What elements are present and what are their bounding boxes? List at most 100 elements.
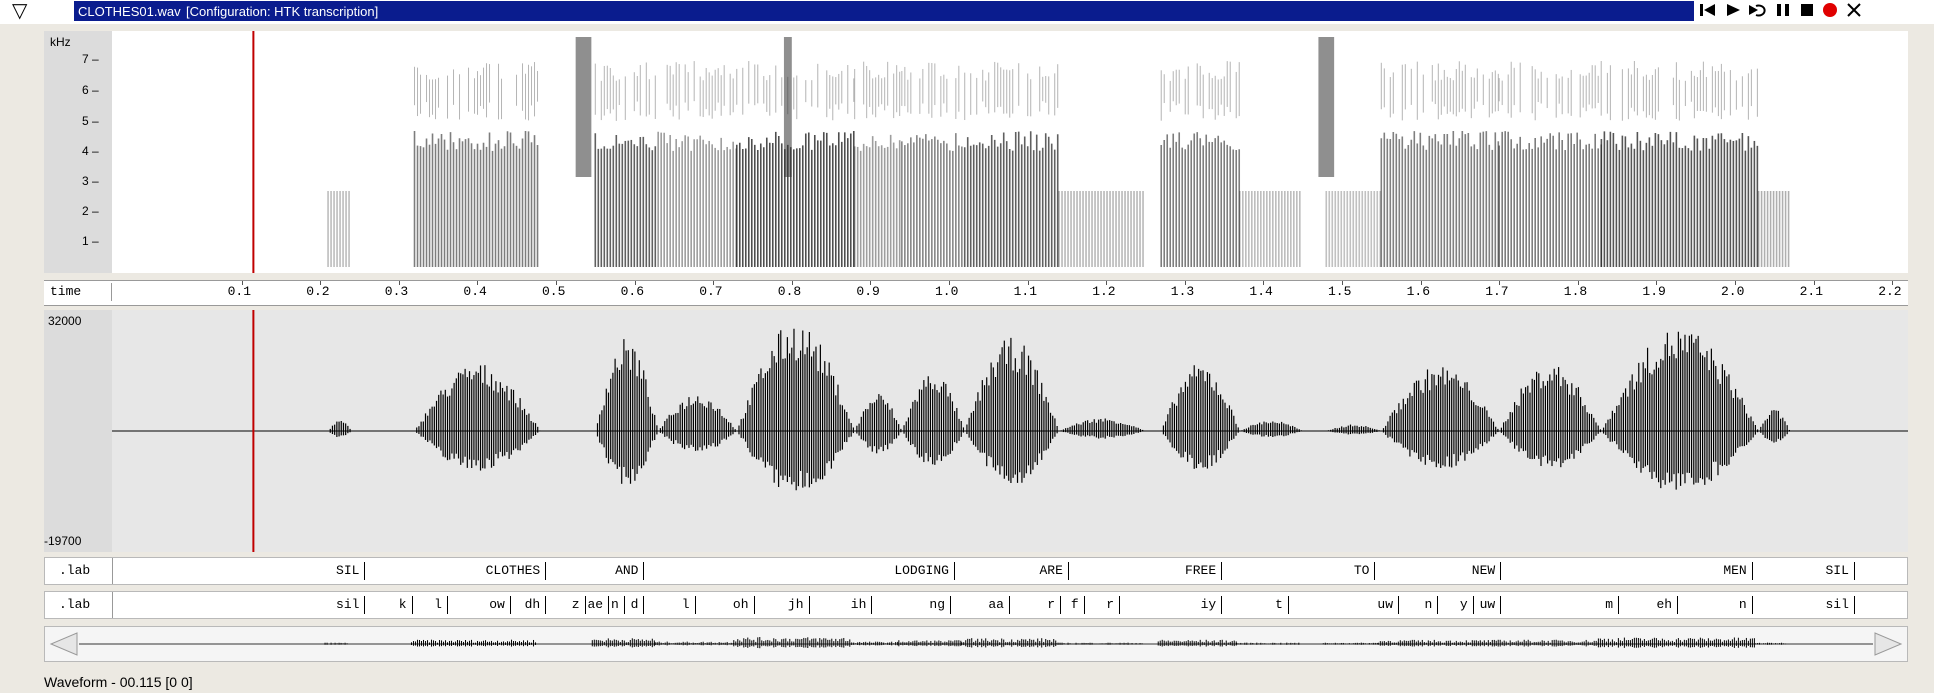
phone-boundary[interactable] xyxy=(1500,596,1502,614)
word-boundary[interactable] xyxy=(1751,562,1753,580)
word-boundary[interactable] xyxy=(1067,562,1069,580)
word-boundary[interactable] xyxy=(953,562,955,580)
phone-label-tier[interactable]: .lab sil k l ow dh z ae n d l oh jh ih ng aa r f r iy t uw n y… xyxy=(44,591,1908,619)
phone-boundary[interactable] xyxy=(694,596,696,614)
word-boundary[interactable] xyxy=(1374,562,1376,580)
play-icon[interactable] xyxy=(1722,0,1744,22)
phone-label[interactable]: l xyxy=(682,597,690,612)
time-tick-label: 0.3 xyxy=(384,284,409,299)
spectrogram-view[interactable] xyxy=(112,31,1908,273)
phone-label[interactable]: iy xyxy=(1201,597,1217,612)
phone-boundary[interactable] xyxy=(411,596,413,614)
phone-boundary[interactable] xyxy=(871,596,873,614)
phone-boundary[interactable] xyxy=(545,596,547,614)
phone-boundary[interactable] xyxy=(1221,596,1223,614)
waveform-view[interactable] xyxy=(112,310,1908,552)
phone-label[interactable]: jh xyxy=(788,597,804,612)
word-label-tier[interactable]: .lab SIL CLOTHES AND LODGING ARE FREE TO NEW MEN… xyxy=(44,557,1908,585)
phone-label[interactable]: sil xyxy=(1826,597,1849,612)
phone-label[interactable]: oh xyxy=(733,597,749,612)
phone-boundary[interactable] xyxy=(608,596,610,614)
frequency-tick-label: 2 – xyxy=(82,204,99,218)
word-label[interactable]: CLOTHES xyxy=(486,563,541,578)
scroll-right-arrow-icon[interactable] xyxy=(1873,631,1903,662)
phone-label[interactable]: t xyxy=(1275,597,1283,612)
play-loop-icon[interactable] xyxy=(1746,0,1768,22)
close-icon[interactable] xyxy=(1843,0,1865,22)
phone-label[interactable]: d xyxy=(631,597,639,612)
phone-label[interactable]: z xyxy=(572,597,580,612)
word-label[interactable]: TO xyxy=(1354,563,1370,578)
phone-label[interactable]: m xyxy=(1605,597,1613,612)
scroll-left-arrow-icon[interactable] xyxy=(49,631,79,662)
word-label[interactable]: SIL xyxy=(336,563,359,578)
phone-boundary[interactable] xyxy=(1118,596,1120,614)
phone-tier-label: .lab xyxy=(59,597,91,612)
phone-boundary[interactable] xyxy=(1853,596,1855,614)
pause-icon[interactable] xyxy=(1772,0,1794,22)
phone-label[interactable]: n xyxy=(1425,597,1433,612)
word-label[interactable]: AND xyxy=(615,563,638,578)
phone-boundary[interactable] xyxy=(753,596,755,614)
phone-label[interactable]: dh xyxy=(525,597,541,612)
phone-boundary[interactable] xyxy=(1287,596,1289,614)
word-label[interactable]: FREE xyxy=(1185,563,1216,578)
word-boundary[interactable] xyxy=(643,562,645,580)
overview-waveform xyxy=(79,637,1873,649)
word-label[interactable]: MEN xyxy=(1723,563,1746,578)
phone-label[interactable]: uw xyxy=(1377,597,1393,612)
word-boundary[interactable] xyxy=(1221,562,1223,580)
waveform-min-label: -19700 xyxy=(44,534,82,548)
phone-label[interactable]: aa xyxy=(988,597,1004,612)
phone-label[interactable]: n xyxy=(611,597,619,612)
phone-boundary[interactable] xyxy=(1677,596,1679,614)
phone-label[interactable]: l xyxy=(434,597,442,612)
phone-label[interactable]: f xyxy=(1071,597,1079,612)
word-label[interactable]: SIL xyxy=(1826,563,1849,578)
phone-boundary[interactable] xyxy=(1083,596,1085,614)
phone-boundary[interactable] xyxy=(1060,596,1062,614)
phone-label[interactable]: n xyxy=(1739,597,1747,612)
phone-boundary[interactable] xyxy=(808,596,810,614)
phone-label[interactable]: ih xyxy=(851,597,867,612)
phone-boundary[interactable] xyxy=(509,596,511,614)
word-boundary[interactable] xyxy=(1853,562,1855,580)
phone-boundary[interactable] xyxy=(584,596,586,614)
phone-boundary[interactable] xyxy=(950,596,951,614)
word-boundary[interactable] xyxy=(1500,562,1502,580)
phone-label[interactable]: ng xyxy=(929,597,945,612)
phone-boundary[interactable] xyxy=(643,596,645,614)
word-label[interactable]: LODGING xyxy=(894,563,949,578)
record-icon[interactable] xyxy=(1819,0,1841,22)
frequency-tick-label: 3 – xyxy=(82,174,99,188)
time-tick-label: 2.2 xyxy=(1878,284,1902,299)
window-filename: CLOTHES01.wav xyxy=(78,4,181,19)
phone-boundary[interactable] xyxy=(1472,596,1474,614)
skip-back-icon[interactable] xyxy=(1697,0,1719,22)
phone-label[interactable]: r xyxy=(1047,597,1055,612)
phone-label[interactable]: eh xyxy=(1656,597,1672,612)
phone-label[interactable]: r xyxy=(1106,597,1114,612)
phone-boundary[interactable] xyxy=(1437,596,1439,614)
word-label[interactable]: ARE xyxy=(1040,563,1063,578)
phone-label[interactable]: k xyxy=(399,597,407,612)
phone-boundary[interactable] xyxy=(623,596,625,614)
phone-boundary[interactable] xyxy=(1398,596,1400,614)
frequency-tick-label: 7 – xyxy=(82,52,99,66)
phone-boundary[interactable] xyxy=(1751,596,1753,614)
phone-label[interactable]: ae xyxy=(587,597,603,612)
phone-boundary[interactable] xyxy=(446,596,448,614)
phone-boundary[interactable] xyxy=(1008,596,1010,614)
phone-label[interactable]: y xyxy=(1460,597,1468,612)
word-label[interactable]: NEW xyxy=(1472,563,1495,578)
window-menu-icon[interactable]: ▽ xyxy=(12,1,27,21)
overview-scrollbar[interactable] xyxy=(44,626,1908,662)
word-boundary[interactable] xyxy=(364,562,366,580)
phone-boundary[interactable] xyxy=(1618,596,1620,614)
phone-label[interactable]: ow xyxy=(489,597,505,612)
phone-label[interactable]: sil xyxy=(336,597,359,612)
phone-label[interactable]: uw xyxy=(1480,597,1496,612)
stop-icon[interactable] xyxy=(1796,0,1818,22)
phone-boundary[interactable] xyxy=(364,596,366,614)
word-boundary[interactable] xyxy=(545,562,547,580)
